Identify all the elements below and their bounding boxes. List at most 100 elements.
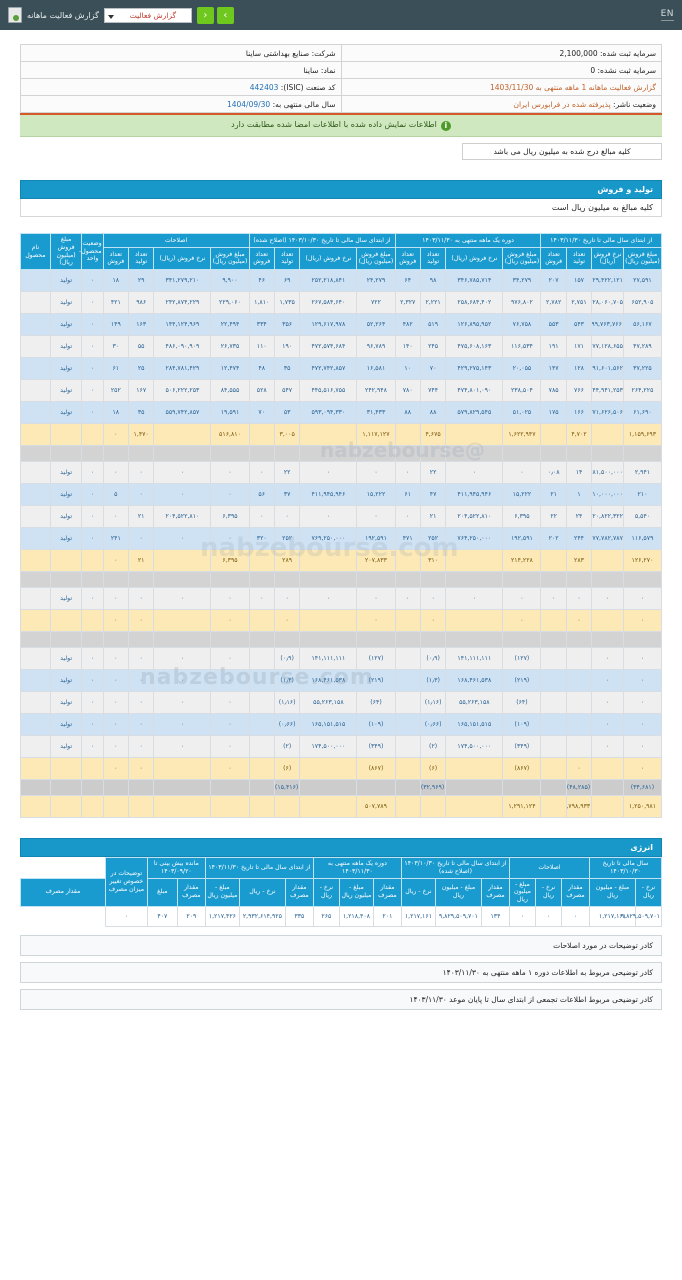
table-cell: ۰ [102,505,130,528]
product-name-cell [20,631,51,648]
table-cell [502,571,542,588]
prev-page-button[interactable]: ‹ [196,6,214,24]
table-cell: ۵۴۳ [565,313,593,336]
table-cell [248,713,275,736]
table-cell: ۰ [81,669,104,692]
table-cell: ۰ [127,691,155,714]
table-cell [419,631,447,648]
table-cell: ۶۵۲,۹۰۵ [622,291,663,314]
table-cell: ۵۱۹ [419,313,447,336]
table-cell [299,445,358,462]
table-cell: ۲۸۹ [273,549,301,572]
table-cell: ۰ [210,461,250,484]
table-cell [565,669,593,692]
table-cell: ۶,۳۹۵ [210,549,250,572]
table-cell: ۲۱۰ [622,483,663,506]
table-cell [153,423,212,446]
table-row: سرمایه ثبت نشده: 0 نماد: ساینا [20,61,662,79]
table-cell: ۰ [81,587,104,610]
footer-note-month: کادر توضیحی مربوط به اطلاعات دوره ۱ ماهه… [20,961,662,983]
table-cell: ۵۰۶,۲۲۲,۲۵۳ [153,379,212,402]
table-cell: ۰ [127,647,155,670]
capital-unregistered-label: سرمایه ثبت نشده: [597,65,657,75]
table-cell [299,795,358,818]
table-cell: ۱۵,۲۲۲ [356,483,396,506]
table-cell: ۰ [299,505,358,528]
table-cell [248,735,275,758]
table-cell: ۱۹,۵۹۱ [210,401,250,424]
table-cell: ۱,۱۱۷,۱۲۷ [356,423,396,446]
table-cell: ۰ [102,549,130,572]
table-cell: (۶۴) [502,691,542,714]
table-row: ۱۲۶,۲۷۰ ۲۸۳ ۲۱۴,۲۲۸ ۳۱۰ ۲۰۷,۸۳۳ ۲۸۹ ۶,۳۹۵ ۲۱ ۰ [20,549,663,572]
table-cell: ۰ [419,609,447,632]
table-cell: ۰ [591,735,624,758]
table-cell: ۷۰ [248,401,275,424]
energy-sub-qty-6: مقدار مصرف [20,877,106,907]
table-cell: ۷۸۵ [540,379,567,402]
energy-group-ytd-dey: سال مالی تا تاریخ ۱۴۰۳/۱۰/۳۰ [588,857,663,879]
language-toggle[interactable]: EN [660,9,674,21]
report-type-select[interactable]: گزارش فعالیت [103,7,192,23]
table-cell: ۲۲ [273,461,301,484]
table-cell: ۵ [102,483,130,506]
table-cell: ۱۳۴ [480,905,510,927]
table-cell: ۰ [153,669,212,692]
table-cell [81,795,104,818]
table-cell: ۱۴۷ [540,357,567,380]
table-cell: ۰ [622,735,663,758]
table-cell: (۰٫۹) [419,647,447,670]
report-icon [8,7,22,23]
table-cell [445,609,504,632]
table-cell: ۲۵۸,۶۸۴,۴۰۲ [445,291,504,314]
table-cell: (۱۵,۴۱۶) [273,779,301,796]
table-row: ۵۶,۱۶۷ ۹۹,۷۶۳,۷۶۶ ۵۴۳ ۵۵۳ ۷۶,۷۵۸ ۱۲۶,۸۹۵,۹۵۲ ۵… [20,313,663,336]
table-cell: ۹,۹۰۰ [210,269,250,292]
table-cell [540,691,567,714]
table-cell: (۲۱۹) [356,669,396,692]
group-header-status-unit: وضعیت محصول- واحد [79,233,104,270]
table-cell: ۲۳۸,۵۰۴ [502,379,542,402]
table-cell: ۱۱۶,۵۳۴ [502,335,542,358]
table-cell: ۰ [127,609,155,632]
page-body: سرمایه ثبت شده: 2,100,000 شرکت: صنایع به… [0,30,682,1036]
table-cell: ۰ [102,423,130,446]
product-name-cell [20,379,51,402]
table-cell [394,571,421,588]
table-cell [394,757,421,780]
table-row: ۰ ۰ (۲۱۹) ۱۶۸,۴۶۱,۵۳۸ (۱٫۳) (۲۱۹) ۱۶۸,۴۶۱,۵۳۸(… [20,669,663,692]
table-cell [540,571,567,588]
table-cell: ۰ [591,647,624,670]
product-name-cell [20,269,51,292]
table-cell: ۷۸۰ [394,379,421,402]
table-cell: ۳۷۱,۶۲۶,۵۰۶ [591,401,624,424]
table-row: (۳۴,۶۸۱) (۴۸,۲۸۵) (۳۲,۹۶۹) (۱۵,۴۱۶) [20,779,663,796]
table-cell: ۰ [273,609,301,632]
table-cell: ۰٫۰۸ [540,461,567,484]
sub-prodqty-2: تعداد تولید [419,246,447,271]
sub-salesqty-2: تعداد فروش [394,246,421,271]
product-status-cell: تولید [49,401,83,424]
table-cell: ۱,۲۱۷,۱۶۱ [400,905,436,927]
table-cell [591,757,624,780]
table-row: ۲,۹۴۱ ۲۸۱,۵۰۰,۰۰۰ ۱۴ ۰٫۰۸ ۰ ۰ ۲۲ ۰ ۰ ۰ ۲۲ ۰ ۰ ۰ ۰ ۰ ۰ تول… [20,461,663,484]
table-cell [419,571,447,588]
table-cell: ۲۲۸,۰۶۰,۷۰۵ [591,291,624,314]
sub-rate-2: نرخ فروش (ریال) [445,246,504,271]
table-row: گزارش فعالیت ماهانه 1 ماهه منتهی به 1403… [20,78,662,96]
table-cell [540,669,567,692]
table-cell [540,609,567,632]
table-cell: ۰ [248,461,275,484]
isic-value: 442403 [249,82,279,92]
table-cell: ۰ [127,527,155,550]
group-header-month: دوره یک ماهه منتهی به ۱۴۰۳/۱۱/۳۰ [394,233,542,248]
table-row: ۱,۱۵۹,۶۹۳ ۴,۷۰۲ ۱,۶۲۲,۹۴۷ ۴,۶۷۵ ۱,۱۱۷,۱۲۷ ۳,۰… [20,423,663,446]
table-cell: ۱۶۶ [565,401,593,424]
table-cell: ۵۰۷,۷۸۹ [356,795,396,818]
next-page-button[interactable]: › [216,6,234,24]
currency-unit-note: کلیه مبالغ درج شده به میلیون ریال می باش… [462,143,662,160]
table-cell: ۵۷۹,۸۲۹,۵۴۵ [445,401,504,424]
table-cell: ۱۸ [102,269,130,292]
table-cell: ۴۷۵,۶۰۸,۱۶۳ [445,335,504,358]
table-cell: ۰ [102,609,130,632]
